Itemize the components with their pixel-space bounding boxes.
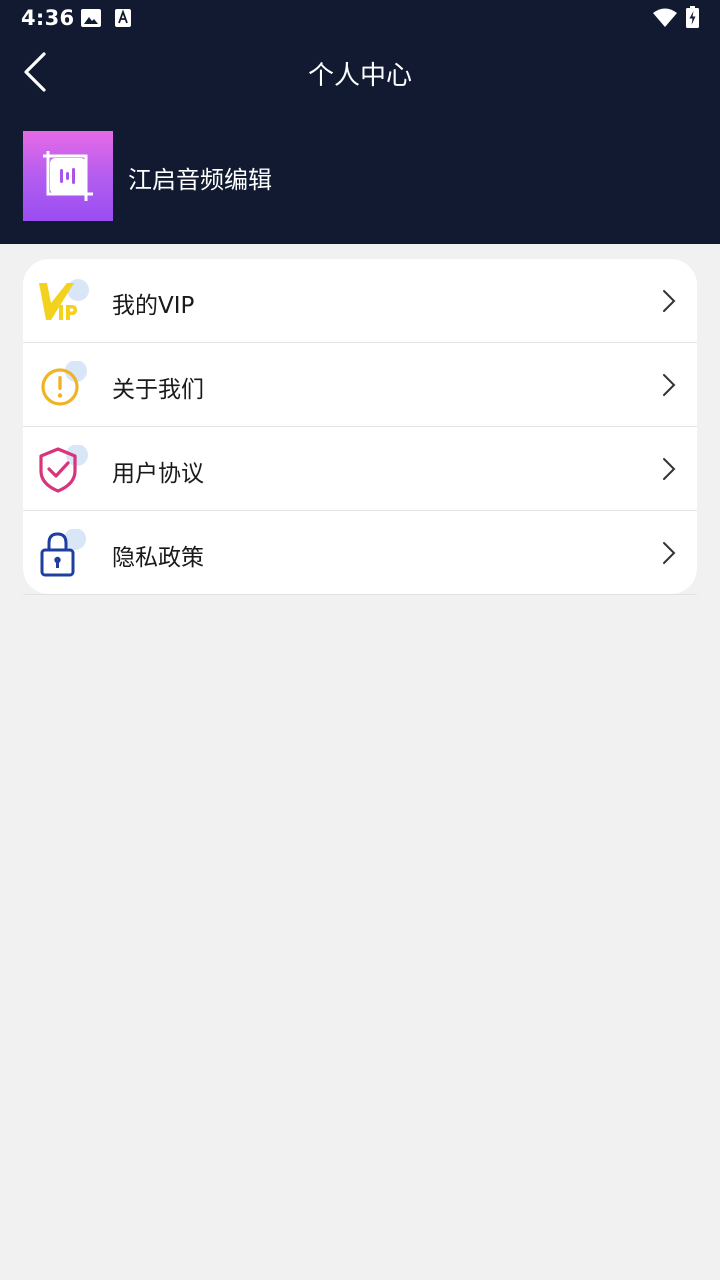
chevron-right-icon — [663, 458, 676, 480]
app-profile: 江启音频编辑 — [23, 131, 703, 221]
menu-item-label: 隐私政策 — [112, 545, 204, 571]
info-icon — [41, 361, 87, 406]
chevron-right-icon — [663, 374, 676, 396]
status-bar: 4:36 — [0, 0, 720, 38]
wifi-icon — [653, 8, 677, 27]
font-download-icon — [115, 9, 131, 27]
menu-item-label: 关于我们 — [112, 377, 204, 403]
menu-item-vip[interactable]: 我的VIP — [23, 259, 697, 343]
page-title: 个人中心 — [307, 61, 412, 91]
battery-charging-icon — [686, 6, 699, 28]
vip-icon — [39, 279, 89, 320]
audio-crop-icon — [43, 151, 93, 201]
menu-item-label: 用户协议 — [112, 461, 204, 487]
image-icon — [81, 9, 101, 27]
chevron-right-icon — [663, 290, 676, 312]
menu-item-privacy-policy[interactable]: 隐私政策 — [23, 511, 697, 595]
menu-item-label: 我的VIP — [112, 293, 195, 319]
nav-bar: 个人中心 — [0, 38, 720, 108]
divider — [23, 594, 697, 595]
app-logo — [23, 131, 113, 221]
menu-item-about[interactable]: 关于我们 — [23, 343, 697, 427]
app-name: 江启音频编辑 — [128, 166, 272, 194]
menu-card: 我的VIP 关于我们 用户协议 隐私政策 — [23, 259, 697, 594]
chevron-right-icon — [663, 542, 676, 564]
menu-item-user-agreement[interactable]: 用户协议 — [23, 427, 697, 511]
shield-check-icon — [39, 445, 88, 493]
header: 4:36 个人中心 江启音频编辑 — [0, 0, 720, 244]
status-time: 4:36 — [21, 6, 75, 30]
lock-icon — [40, 529, 86, 577]
